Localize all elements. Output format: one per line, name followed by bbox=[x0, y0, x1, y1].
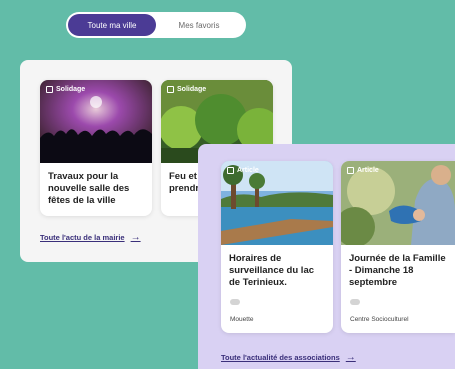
tag-icon bbox=[46, 86, 53, 93]
associations-all-link-label: Toute l'actualité des associations bbox=[221, 353, 340, 362]
organizer-icon bbox=[350, 299, 360, 305]
associations-all-link[interactable]: Toute l'actualité des associations → bbox=[221, 352, 356, 363]
view-toggle: Toute ma ville Mes favoris bbox=[66, 12, 246, 38]
card-title: Travaux pour la nouvelle salle des fêtes… bbox=[48, 171, 130, 206]
card-tag: Article bbox=[227, 167, 259, 174]
card-tag: Article bbox=[347, 167, 379, 174]
tag-label: Article bbox=[237, 167, 259, 174]
tag-icon bbox=[167, 86, 174, 93]
card-title: Journée de la Famille - Dimanche 18 sept… bbox=[349, 253, 446, 288]
arrow-right-icon: → bbox=[130, 232, 141, 243]
lake-image: Article bbox=[221, 161, 333, 245]
card-organizer: Centre Socioculturel bbox=[350, 316, 409, 323]
tag-icon bbox=[227, 167, 234, 174]
toggle-all-city[interactable]: Toute ma ville bbox=[68, 14, 156, 36]
tag-label: Solidage bbox=[56, 86, 86, 93]
association-card[interactable]: Article Horaires de surveillance du lac … bbox=[221, 161, 333, 333]
association-card[interactable]: Article Journée de la Famille - Dimanche… bbox=[341, 161, 455, 333]
news-all-link-label: Toute l'actu de la mairie bbox=[40, 233, 125, 242]
card-tag: Solidage bbox=[167, 86, 206, 93]
arrow-right-icon: → bbox=[345, 352, 356, 363]
concert-image: Solidage bbox=[40, 80, 152, 163]
card-tag: Solidage bbox=[46, 86, 85, 93]
toggle-favorites[interactable]: Mes favoris bbox=[156, 14, 242, 36]
card-title: Horaires de surveillance du lac de Terin… bbox=[229, 253, 315, 288]
tag-icon bbox=[347, 167, 354, 174]
news-all-link[interactable]: Toute l'actu de la mairie → bbox=[40, 232, 141, 243]
card-organizer: Mouette bbox=[230, 316, 254, 323]
tag-label: Article bbox=[357, 167, 379, 174]
news-card[interactable]: Solidage Travaux pour la nouvelle salle … bbox=[40, 80, 152, 216]
family-image: Article bbox=[341, 161, 455, 245]
organizer-icon bbox=[230, 299, 240, 305]
tag-label: Solidage bbox=[177, 86, 207, 93]
